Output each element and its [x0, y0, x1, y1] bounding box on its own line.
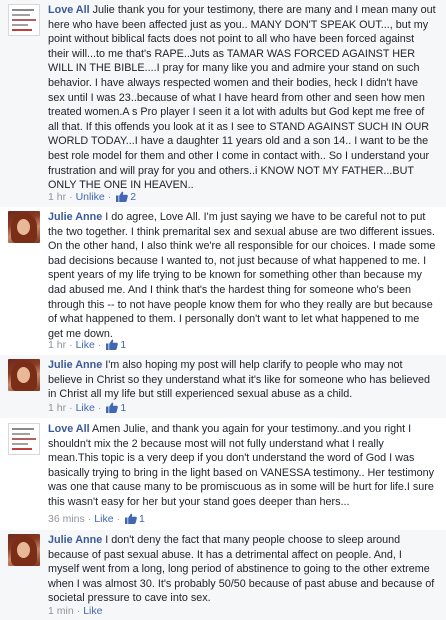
comment-body: Julie Anne I'm also hoping my post will …	[48, 358, 436, 402]
like-count[interactable]: 1	[120, 339, 126, 351]
avatar[interactable]	[8, 4, 40, 36]
comment-text: I don't deny the fact that many people c…	[48, 534, 435, 605]
comment-text: I do agree, Love All. I'm just saying we…	[48, 211, 436, 340]
thumbs-up-icon[interactable]	[116, 191, 129, 202]
comment: Julie Anne I'm also hoping my post will …	[0, 355, 446, 418]
thumbs-up-icon[interactable]	[125, 513, 137, 524]
like-link[interactable]: Like	[76, 339, 95, 351]
avatar[interactable]	[8, 359, 40, 391]
comment-timestamp[interactable]: 1 hr	[48, 191, 66, 203]
comment-meta: 36 mins · Like · 1	[48, 513, 145, 525]
comment-author[interactable]: Love All	[48, 4, 90, 16]
comment: Love All Julie thank you for your testim…	[0, 0, 446, 207]
comment-body: Julie Anne I don't deny the fact that ma…	[48, 533, 436, 606]
comment-meta: 1 min · Like	[48, 605, 103, 617]
comment-author[interactable]: Julie Anne	[48, 359, 102, 371]
avatar[interactable]	[8, 534, 40, 566]
comment-author[interactable]: Julie Anne	[48, 211, 102, 223]
avatar[interactable]	[8, 211, 40, 243]
comment-timestamp[interactable]: 1 hr	[48, 402, 66, 414]
thumbs-up-icon[interactable]	[106, 402, 119, 413]
comment-author[interactable]: Julie Anne	[48, 534, 102, 546]
comment: Julie Anne I do agree, Love All. I'm jus…	[0, 207, 446, 355]
comment-meta: 1 hr · Like · 1	[48, 402, 127, 414]
like-count[interactable]: 2	[130, 191, 136, 203]
thumbs-up-icon[interactable]	[106, 339, 119, 350]
like-link[interactable]: Like	[83, 605, 102, 617]
comment-body: Love All Julie thank you for your testim…	[48, 3, 436, 193]
comment: Love All Amen Julie, and thank you again…	[0, 418, 446, 530]
like-link[interactable]: Like	[76, 402, 95, 414]
comment-thread: Love All Julie thank you for your testim…	[0, 0, 446, 620]
comment-body: Love All Amen Julie, and thank you again…	[48, 422, 436, 510]
comment-timestamp[interactable]: 1 min	[48, 605, 74, 617]
like-count[interactable]: 1	[139, 513, 145, 525]
avatar[interactable]	[8, 423, 40, 455]
like-link[interactable]: Like	[94, 513, 113, 525]
comment-author[interactable]: Love All	[48, 423, 90, 435]
comment-text: Julie thank you for your testimony, ther…	[48, 4, 436, 192]
comment-body: Julie Anne I do agree, Love All. I'm jus…	[48, 210, 436, 341]
comment-timestamp[interactable]: 1 hr	[48, 339, 66, 351]
unlike-link[interactable]: Unlike	[76, 191, 105, 203]
comment-text: I'm also hoping my post will help clarif…	[48, 359, 430, 401]
comment: Julie Anne I don't deny the fact that ma…	[0, 530, 446, 620]
comment-meta: 1 hr · Like · 1	[48, 339, 127, 351]
comment-meta: 1 hr · Unlike · 2	[48, 191, 137, 203]
comment-timestamp[interactable]: 36 mins	[48, 513, 85, 525]
like-count[interactable]: 1	[120, 402, 126, 414]
comment-text: Amen Julie, and thank you again for your…	[48, 423, 435, 508]
